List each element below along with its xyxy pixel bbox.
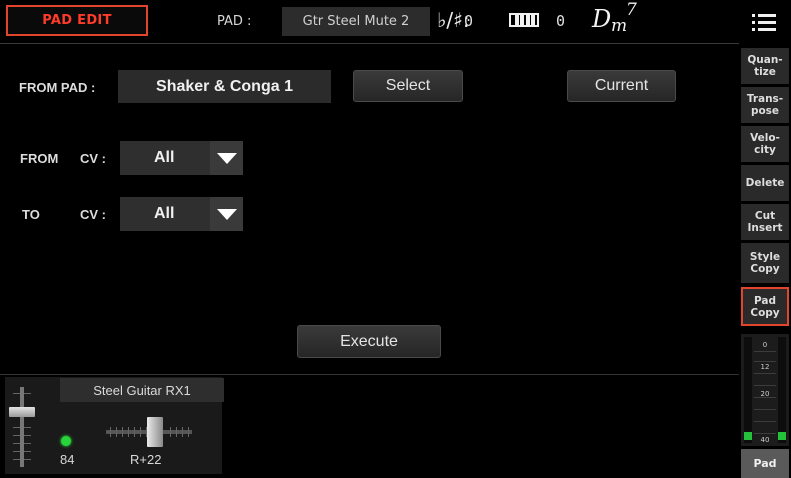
track-sound-name[interactable]: Steel Guitar RX1 [60, 378, 224, 402]
sidebar-item-quantize[interactable]: Quan- tize [741, 48, 789, 84]
select-button[interactable]: Select [353, 70, 463, 102]
meter-scale-label: 12 [760, 363, 770, 371]
chord-root: D [592, 5, 612, 33]
chevron-down-icon[interactable] [210, 197, 243, 231]
track-strip[interactable]: Steel Guitar RX1 84 R+22 [5, 377, 224, 474]
meter-level-right [778, 432, 786, 440]
meter-scale-label: 40 [760, 436, 770, 444]
chord-extension: 7 [626, 0, 637, 20]
header-divider [0, 43, 739, 44]
meter-left-channel [744, 337, 752, 443]
pad-label: PAD : [217, 14, 252, 29]
sidebar-item-style-copy[interactable]: Style Copy [741, 243, 789, 283]
from-cv-value: All [154, 149, 175, 166]
to-cv-label: CV : [80, 207, 106, 222]
keyboard-icon[interactable] [509, 13, 539, 27]
mode-button[interactable]: PAD EDIT [6, 5, 148, 36]
meter-right-channel [778, 337, 786, 443]
meter-scale: 0 12 20 40 [754, 337, 776, 444]
accidental-value: 0 [464, 12, 474, 30]
transpose-value: 0 [556, 12, 566, 30]
from-pad-name: Shaker & Conga 1 [118, 70, 331, 103]
pan-value: R+22 [130, 452, 162, 467]
level-meter: 0 12 20 40 [741, 334, 789, 446]
current-button[interactable]: Current [567, 70, 676, 102]
volume-fader[interactable] [9, 387, 35, 467]
from-label: FROM [20, 151, 59, 166]
meter-scale-label: 0 [762, 341, 768, 349]
sidebar-item-delete[interactable]: Delete [741, 165, 789, 201]
execute-button[interactable]: Execute [297, 325, 441, 358]
meter-scale-label: 20 [760, 390, 770, 398]
track-activity-led [61, 436, 71, 446]
menu-icon[interactable] [752, 12, 776, 32]
volume-fader-handle[interactable] [9, 407, 35, 417]
to-cv-dropdown[interactable]: All [120, 197, 243, 231]
from-pad-label: FROM PAD : [19, 80, 96, 95]
chord-quality: m [611, 16, 628, 36]
panel-divider [0, 374, 739, 375]
sidebar-item-pad-copy[interactable]: Pad Copy [741, 287, 789, 326]
sidebar-item-velocity[interactable]: Velo- city [741, 126, 789, 162]
pan-slider[interactable] [106, 417, 192, 447]
to-label: TO [22, 207, 40, 222]
from-cv-dropdown[interactable]: All [120, 141, 243, 175]
velocity-value: 84 [60, 452, 75, 467]
pad-name-field[interactable]: Gtr Steel Mute 2 [282, 7, 430, 36]
from-cv-label: CV : [80, 151, 106, 166]
to-cv-value: All [154, 205, 175, 222]
sidebar-item-cut-insert[interactable]: Cut Insert [741, 204, 789, 240]
meter-level-left [744, 432, 752, 440]
pan-slider-handle[interactable] [147, 417, 163, 447]
top-bar: PAD EDIT PAD : Gtr Steel Mute 2 ♭/♯: 0 0… [0, 0, 791, 44]
sidebar-item-transpose[interactable]: Trans- pose [741, 87, 789, 123]
chevron-down-icon[interactable] [210, 141, 243, 175]
tab-pad[interactable]: Pad [741, 449, 789, 478]
